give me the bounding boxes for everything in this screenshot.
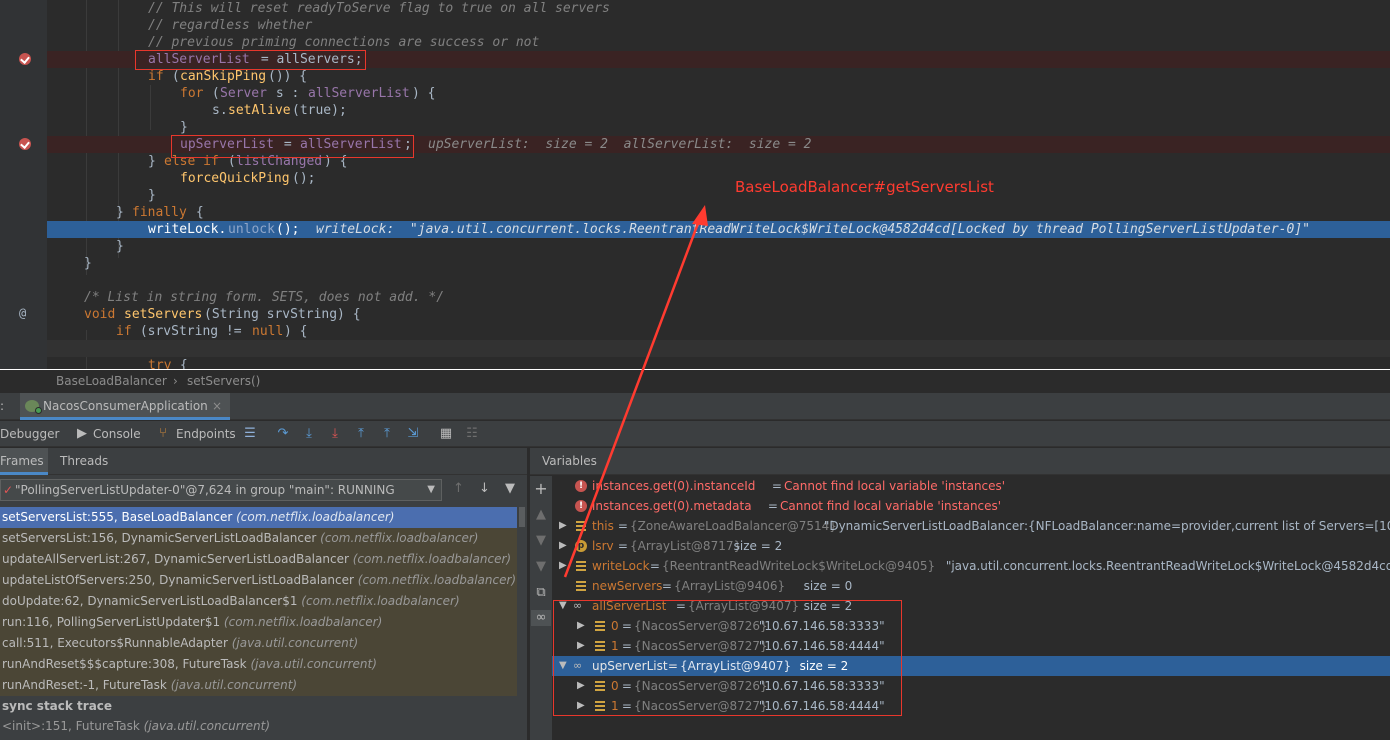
annotation-arrow-head <box>692 205 708 226</box>
annotation-arrow-line <box>563 217 702 578</box>
annotation-arrow <box>563 205 708 578</box>
annotation-label: BaseLoadBalancer#getServersList <box>735 178 994 196</box>
